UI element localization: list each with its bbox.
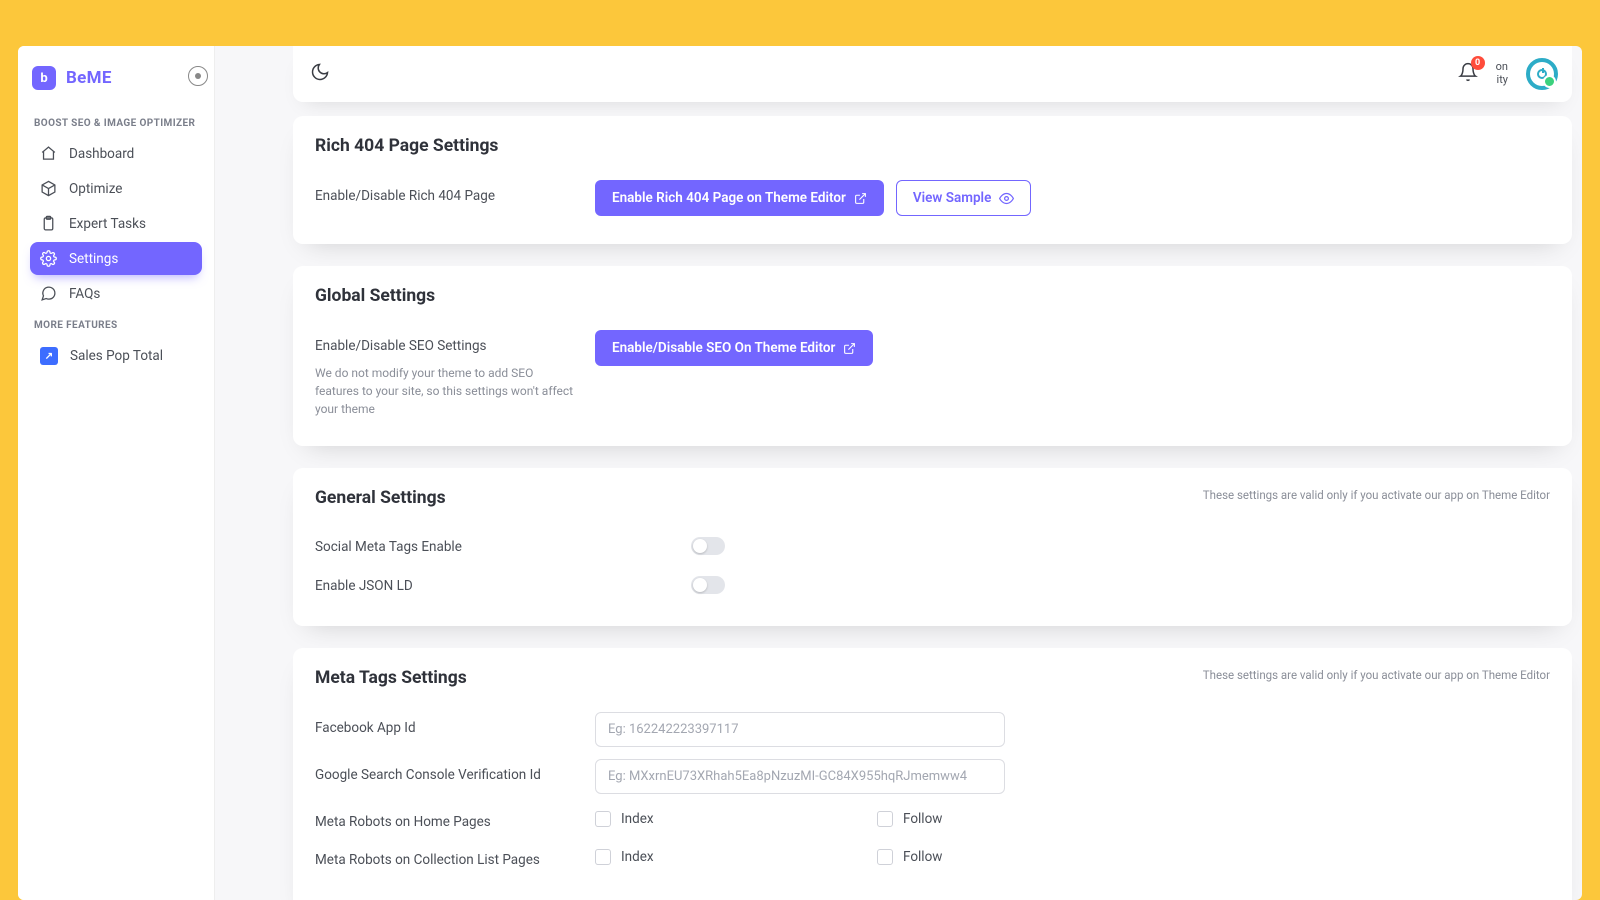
label-enable-json-ld: Enable JSON LD [315,578,413,594]
notifications-button[interactable]: 0 [1458,62,1478,86]
sidebar-collapse-button[interactable] [188,66,208,86]
gsc-verification-id-input[interactable] [595,759,1005,794]
external-link-icon [854,192,867,205]
sidebar-item-faqs[interactable]: FAQs [30,277,202,310]
label-robots-collection: Meta Robots on Collection List Pages [315,852,540,868]
card-general-settings: General Settings These settings are vali… [293,468,1572,626]
button-label: View Sample [913,190,991,206]
sidebar-item-label: Sales Pop Total [70,348,163,364]
button-label: Enable/Disable SEO On Theme Editor [612,340,835,356]
sidebar-item-settings[interactable]: Settings [30,242,202,275]
topbar-right: 0 on ity [1458,58,1558,90]
sidebar-item-expert-tasks[interactable]: Expert Tasks [30,207,202,240]
label-robots-home: Meta Robots on Home Pages [315,814,491,830]
brand-logo-icon: b [32,66,56,90]
notification-badge: 0 [1471,56,1485,70]
button-label: Enable Rich 404 Page on Theme Editor [612,190,846,206]
chat-icon [40,285,57,302]
enable-seo-button[interactable]: Enable/Disable SEO On Theme Editor [595,330,873,366]
sidebar-item-label: FAQs [69,286,100,302]
main-scroll[interactable]: Rich 404 Page Settings Enable/Disable Ri… [215,116,1582,900]
sidebar-section-label-more: MORE FEATURES [34,320,198,331]
eye-icon [999,191,1014,206]
sidebar-item-label: Dashboard [69,146,134,162]
user-avatar[interactable] [1526,58,1558,90]
card-meta-tags: Meta Tags Settings These settings are va… [293,648,1572,900]
sales-pop-icon: ↗ [40,347,58,365]
checkbox-home-follow[interactable] [877,811,893,827]
card-title-general: General Settings [315,488,446,508]
sidebar-item-label: Optimize [69,181,122,197]
card-title-global: Global Settings [315,286,435,306]
power-icon [1537,69,1547,79]
bell-icon [1458,67,1478,86]
card-global-settings: Global Settings Enable/Disable SEO Setti… [293,266,1572,446]
card-title-rich-404: Rich 404 Page Settings [315,136,498,156]
checkbox-home-index[interactable] [595,811,611,827]
checkbox-collection-follow[interactable] [877,849,893,865]
enable-rich-404-button[interactable]: Enable Rich 404 Page on Theme Editor [595,180,884,216]
checkbox-label-index: Index [621,849,654,865]
label-gsc-verification-id: Google Search Console Verification Id [315,767,595,783]
card-note-meta: These settings are valid only if you act… [1203,668,1550,682]
topbar: 0 on ity [293,46,1572,102]
view-sample-button[interactable]: View Sample [896,180,1031,216]
external-link-icon [843,342,856,355]
gear-icon [40,250,57,267]
sublabel-enable-seo: We do not modify your theme to add SEO f… [315,364,575,418]
moon-icon [310,62,330,86]
sidebar-section-label-main: BOOST SEO & IMAGE OPTIMIZER [34,118,198,129]
sidebar-item-dashboard[interactable]: Dashboard [30,137,202,170]
label-facebook-app-id: Facebook App Id [315,720,595,736]
checkbox-label-follow: Follow [903,849,942,865]
brand-name: BeME [66,68,112,88]
user-line-2: ity [1496,74,1508,87]
user-meta: on ity [1496,61,1508,86]
dark-mode-toggle[interactable] [307,61,333,87]
home-icon [40,145,57,162]
brand: b BeME [30,62,202,108]
card-note-general: These settings are valid only if you act… [1203,488,1550,502]
box-icon [40,180,57,197]
label-social-meta-tags: Social Meta Tags Enable [315,539,462,555]
sidebar-item-optimize[interactable]: Optimize [30,172,202,205]
app-window: b BeME BOOST SEO & IMAGE OPTIMIZER Dashb… [18,46,1582,900]
sidebar-item-sales-pop-total[interactable]: ↗ Sales Pop Total [30,339,202,373]
sidebar-item-label: Settings [69,251,118,267]
label-enable-seo: Enable/Disable SEO Settings [315,338,595,354]
checkbox-label-follow: Follow [903,811,942,827]
facebook-app-id-input[interactable] [595,712,1005,747]
checkbox-label-index: Index [621,811,654,827]
main-area: 0 on ity Rich 404 Page Settings Enable/D… [215,46,1582,900]
card-title-meta: Meta Tags Settings [315,668,467,688]
checkbox-collection-index[interactable] [595,849,611,865]
card-rich-404: Rich 404 Page Settings Enable/Disable Ri… [293,116,1572,244]
toggle-enable-json-ld[interactable] [691,576,725,594]
toggle-social-meta-tags[interactable] [691,537,725,555]
label-enable-rich-404: Enable/Disable Rich 404 Page [315,188,595,204]
sidebar: b BeME BOOST SEO & IMAGE OPTIMIZER Dashb… [18,46,215,900]
clipboard-icon [40,215,57,232]
sidebar-item-label: Expert Tasks [69,216,146,232]
